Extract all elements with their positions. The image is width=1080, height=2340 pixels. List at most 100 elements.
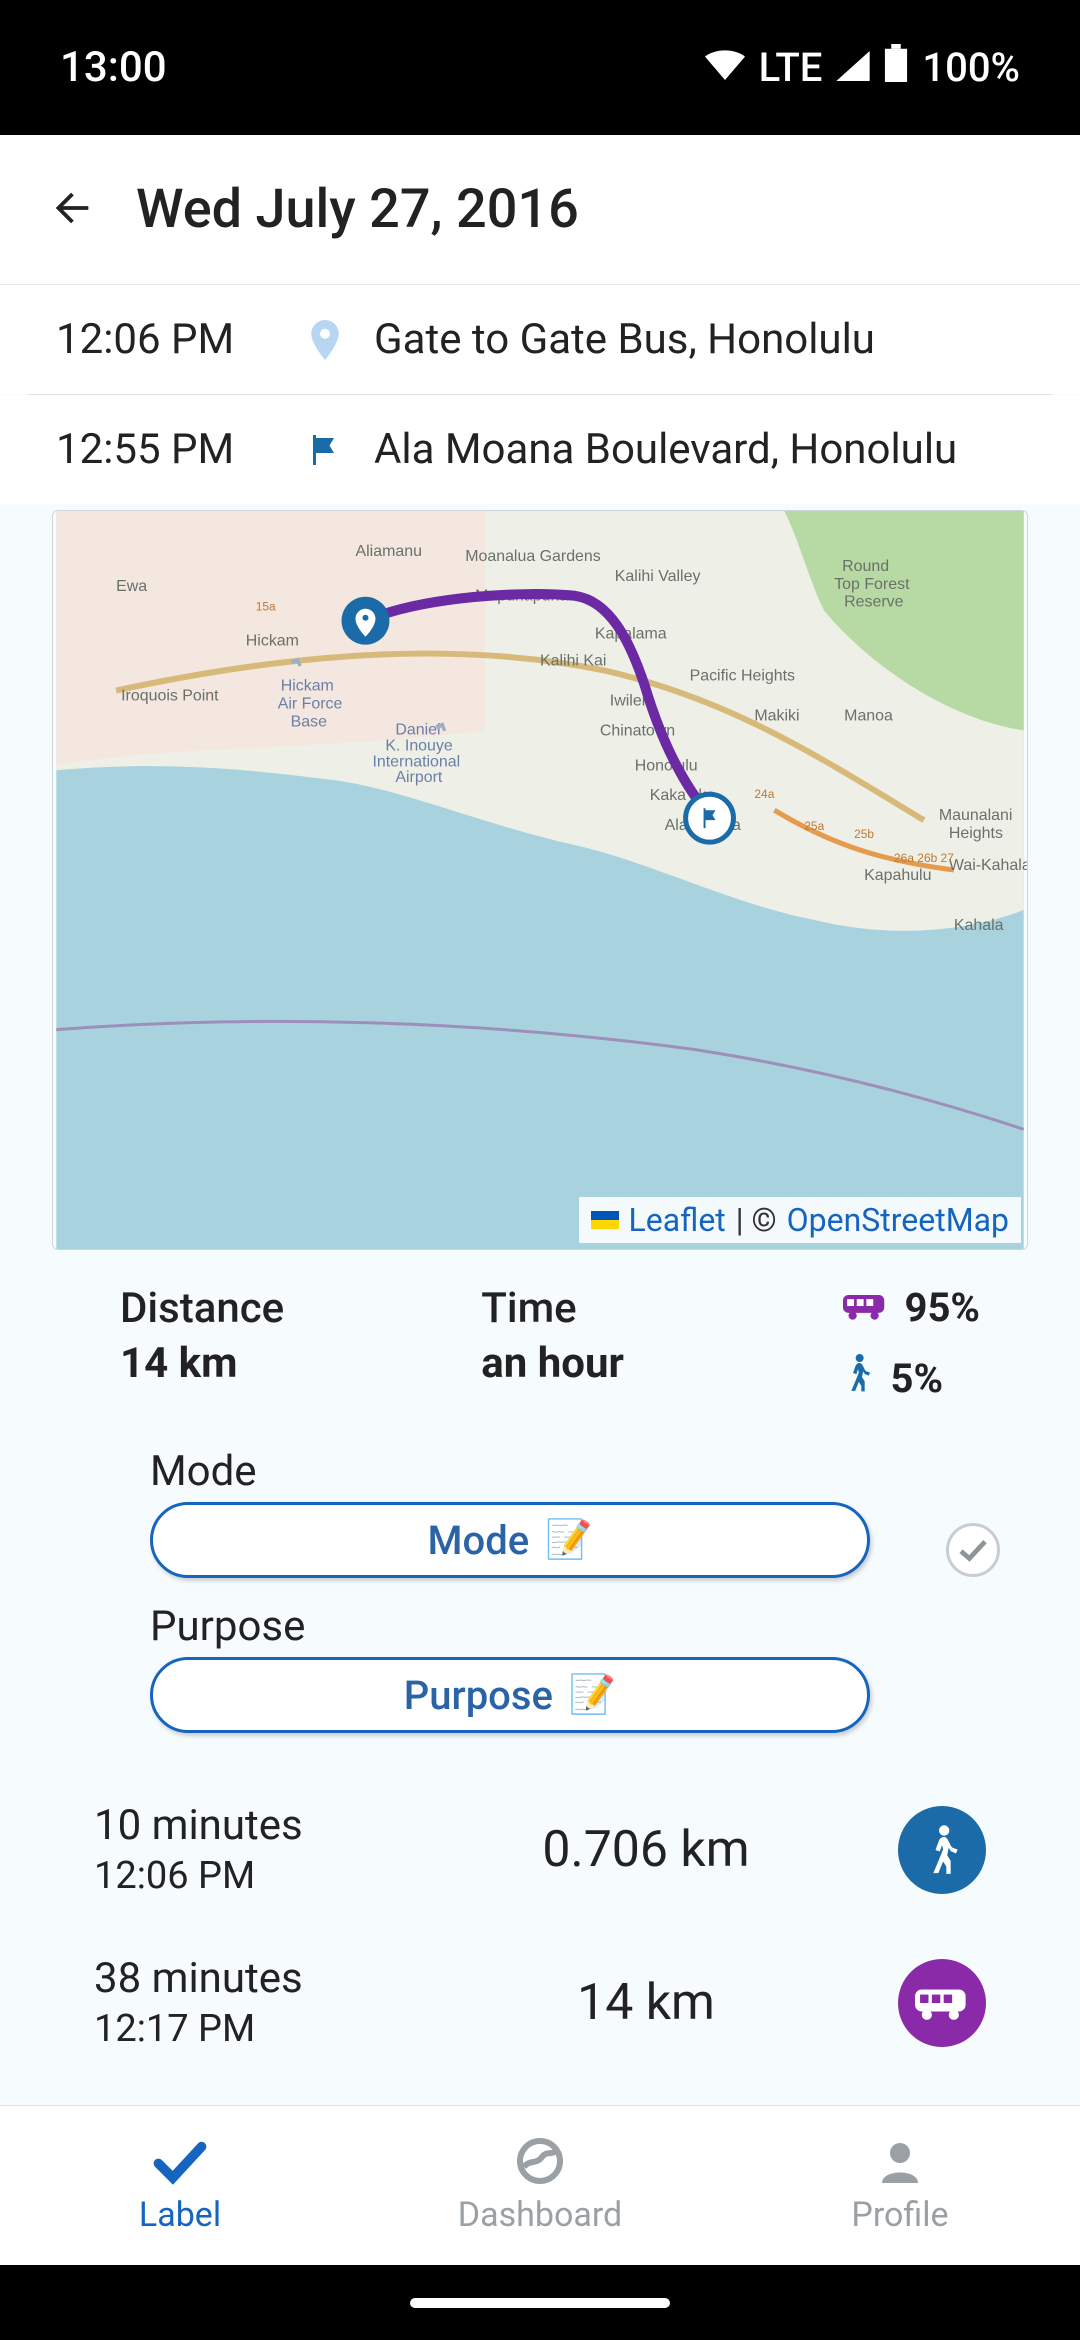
segment-distance: 0.706 km: [394, 1821, 898, 1879]
status-time: 13:00: [60, 43, 167, 92]
flag-icon: [591, 1211, 619, 1229]
segment-time: 12:17 PM: [94, 2007, 394, 2051]
svg-text:Wai-Kahala: Wai-Kahala: [949, 857, 1027, 874]
mode-percent-block: 95% 5%: [843, 1284, 980, 1403]
wifi-icon: [705, 44, 745, 91]
svg-text:25a: 25a: [804, 819, 824, 833]
svg-text:Manoa: Manoa: [844, 707, 893, 724]
svg-text:Honolulu: Honolulu: [635, 757, 698, 774]
segment-row[interactable]: 38 minutes 12:17 PM 14 km: [94, 1926, 986, 2079]
svg-text:Kalihi Valley: Kalihi Valley: [615, 568, 701, 585]
svg-text:Airport: Airport: [395, 769, 443, 786]
purpose-button[interactable]: Purpose 📝: [150, 1657, 870, 1733]
svg-text:26a 26b 27: 26a 26b 27: [894, 851, 954, 865]
svg-text:Maunalani: Maunalani: [939, 807, 1013, 824]
page-title: Wed July 27, 2016: [136, 178, 579, 241]
status-right: LTE 100%: [705, 44, 1020, 92]
svg-text:Heights: Heights: [949, 825, 1003, 842]
svg-text:Base: Base: [291, 713, 327, 730]
edit-icon: 📝: [545, 1518, 592, 1562]
mode-purpose-block: Mode Mode 📝 Purpose Purpose 📝: [0, 1413, 1080, 1733]
segment-time: 12:06 PM: [94, 1854, 394, 1898]
purpose-label: Purpose: [150, 1602, 980, 1651]
svg-text:Ewa: Ewa: [116, 578, 147, 595]
svg-text:K. Inouye: K. Inouye: [385, 737, 452, 754]
distance-value: 14 km: [120, 1339, 481, 1388]
end-time: 12:55 PM: [56, 425, 276, 474]
bus-icon: [843, 1284, 887, 1331]
bottom-tab-bar: Label Dashboard Profile: [0, 2105, 1080, 2265]
signal-icon: [836, 44, 870, 91]
tab-label[interactable]: Label: [0, 2106, 360, 2265]
trip-map[interactable]: Ewa Hickam Aliamanu Moanalua Gardens Map…: [52, 510, 1028, 1250]
segment-distance: 14 km: [394, 1974, 898, 2032]
trip-start-row: 12:06 PM Gate to Gate Bus, Honolulu: [0, 285, 1080, 394]
svg-text:Pacific Heights: Pacific Heights: [690, 668, 795, 685]
tab-label-text: Label: [139, 2195, 221, 2235]
svg-text:Hickam: Hickam: [246, 633, 299, 650]
svg-text:Round: Round: [842, 558, 889, 575]
edit-icon: 📝: [569, 1673, 616, 1717]
walk-icon: [843, 1353, 873, 1403]
svg-text:International: International: [372, 753, 460, 770]
home-handle[interactable]: [410, 2298, 670, 2308]
svg-text:Top Forest: Top Forest: [834, 576, 910, 593]
leaflet-link[interactable]: Leaflet: [629, 1201, 726, 1239]
svg-text:25b: 25b: [854, 827, 874, 841]
mode-button-text: Mode: [428, 1517, 530, 1564]
svg-text:Reserve: Reserve: [844, 594, 903, 611]
distance-block: Distance 14 km: [120, 1284, 481, 1403]
walk-percent: 5%: [891, 1355, 944, 1402]
tab-dashboard-text: Dashboard: [458, 2195, 622, 2235]
end-place: Ala Moana Boulevard, Honolulu: [374, 425, 957, 474]
purpose-button-text: Purpose: [404, 1672, 553, 1719]
mode-button[interactable]: Mode 📝: [150, 1502, 870, 1578]
segment-duration: 10 minutes: [94, 1801, 394, 1850]
time-value: an hour: [481, 1339, 842, 1388]
svg-text:24a: 24a: [754, 787, 774, 801]
start-time: 12:06 PM: [56, 315, 276, 364]
time-label: Time: [481, 1284, 842, 1333]
distance-label: Distance: [120, 1284, 481, 1333]
start-pin-icon: [306, 318, 344, 362]
svg-text:Makiki: Makiki: [754, 707, 799, 724]
tab-profile-text: Profile: [851, 2195, 948, 2235]
mode-label: Mode: [150, 1447, 980, 1496]
osm-link[interactable]: OpenStreetMap: [787, 1201, 1009, 1239]
segment-mode-walk-icon: [898, 1806, 986, 1894]
svg-text:Daniel: Daniel: [395, 721, 440, 738]
svg-text:Iroquois Point: Iroquois Point: [121, 687, 219, 704]
segment-list: 10 minutes 12:06 PM 0.706 km 38 minutes …: [0, 1733, 1080, 2099]
start-place: Gate to Gate Bus, Honolulu: [374, 315, 875, 364]
svg-text:Kalihi Kai: Kalihi Kai: [540, 653, 606, 670]
confirm-check-button[interactable]: [946, 1523, 1000, 1577]
header: Wed July 27, 2016: [0, 135, 1080, 285]
battery-icon: [884, 44, 908, 92]
app-surface: Wed July 27, 2016 12:06 PM Gate to Gate …: [0, 135, 1080, 2265]
svg-text:Moanalua Gardens: Moanalua Gardens: [465, 548, 601, 565]
svg-text:Iwilei: Iwilei: [610, 692, 645, 709]
svg-text:Air Force: Air Force: [278, 695, 343, 712]
trip-summary: Distance 14 km Time an hour 95% 5%: [0, 1250, 1080, 1413]
trip-end-row: 12:55 PM Ala Moana Boulevard, Honolulu: [0, 395, 1080, 504]
tab-dashboard[interactable]: Dashboard: [360, 2106, 720, 2265]
bus-percent: 95%: [905, 1284, 980, 1331]
battery-label: 100%: [922, 44, 1020, 91]
attr-sep: | ©: [736, 1201, 777, 1239]
svg-text:Aliamanu: Aliamanu: [355, 543, 421, 560]
time-block: Time an hour: [481, 1284, 842, 1403]
svg-text:Kahala: Kahala: [954, 917, 1004, 934]
android-nav-bar: [0, 2265, 1080, 2340]
tab-profile[interactable]: Profile: [720, 2106, 1080, 2265]
segment-row[interactable]: 10 minutes 12:06 PM 0.706 km: [94, 1773, 986, 1926]
svg-text:Hickam: Hickam: [281, 678, 334, 695]
segment-duration: 38 minutes: [94, 1954, 394, 2003]
network-label: LTE: [759, 44, 823, 91]
map-attribution: Leaflet | © OpenStreetMap: [579, 1197, 1021, 1243]
back-button[interactable]: [50, 185, 96, 235]
status-bar: 13:00 LTE 100%: [0, 0, 1080, 135]
segment-mode-bus-icon: [898, 1959, 986, 2047]
svg-text:Kapahulu: Kapahulu: [864, 867, 931, 884]
svg-text:15a: 15a: [256, 600, 276, 614]
end-flag-icon: [306, 428, 344, 472]
